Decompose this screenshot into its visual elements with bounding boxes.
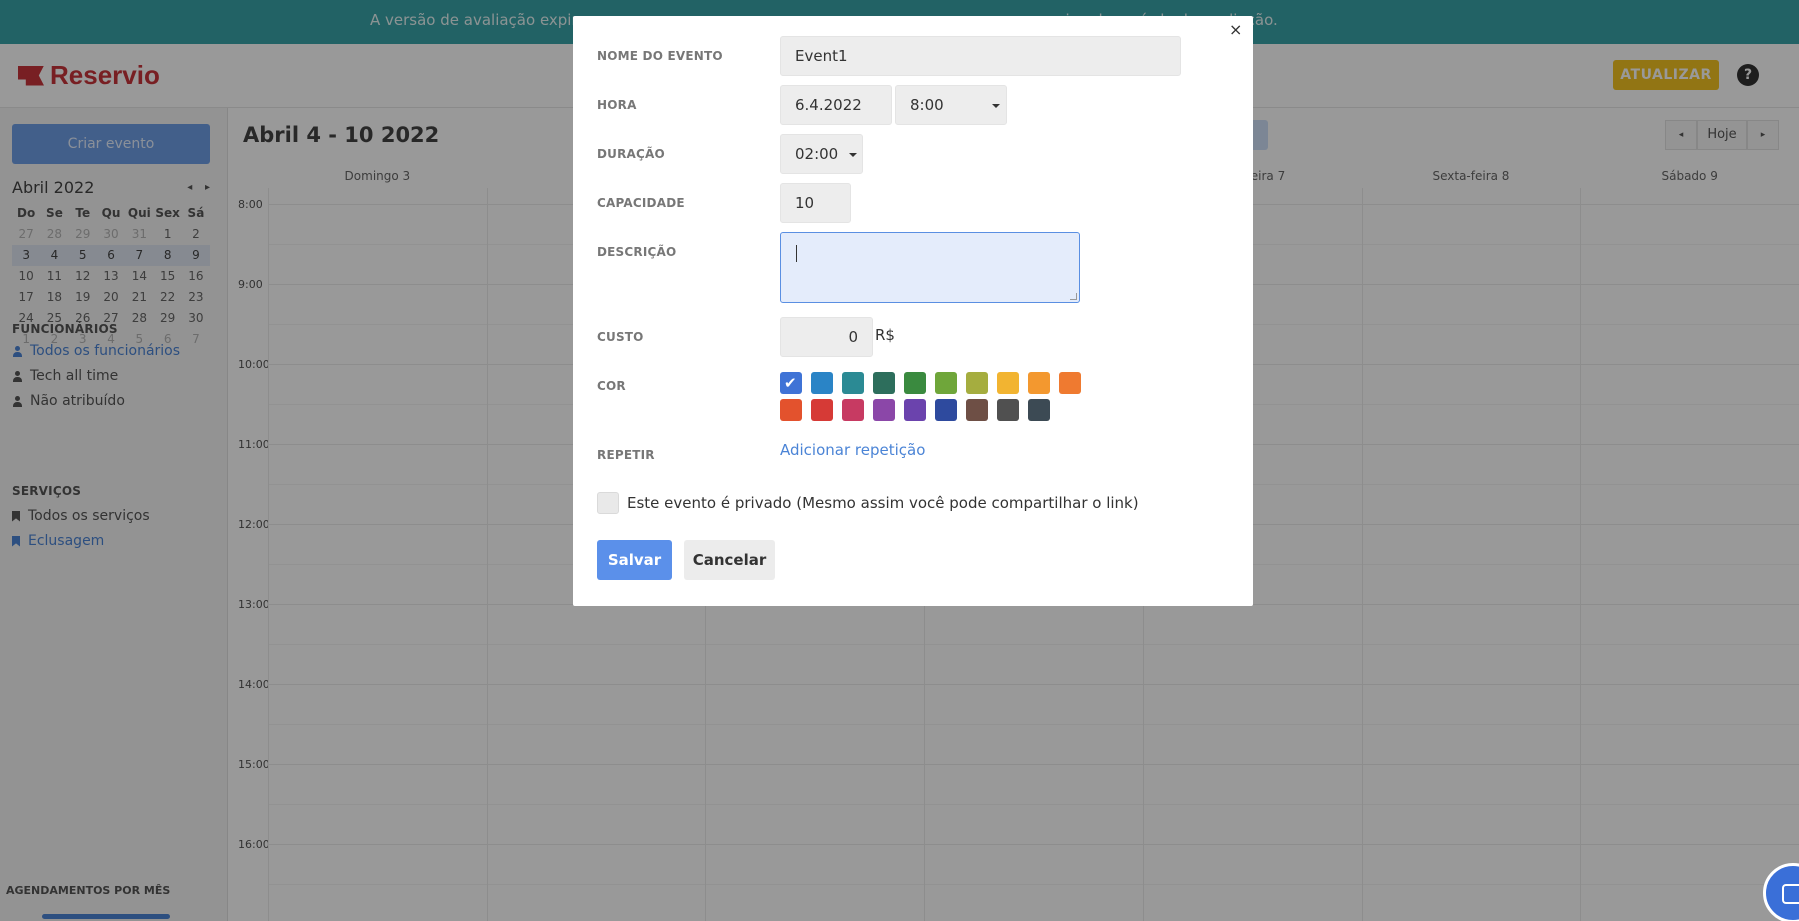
start-time-select[interactable]: 8:00 — [895, 85, 1007, 125]
add-repeat-link[interactable]: Adicionar repetição — [780, 441, 925, 459]
text-cursor — [796, 245, 797, 262]
duration-select[interactable]: 02:00 — [780, 134, 863, 174]
color-swatch[interactable] — [997, 399, 1019, 421]
duration-value: 02:00 — [795, 145, 839, 163]
capacity-input[interactable]: 10 — [780, 183, 851, 223]
cost-value: 0 — [848, 328, 858, 346]
close-icon[interactable]: × — [1229, 20, 1242, 39]
time-label: HORA — [597, 98, 637, 112]
color-swatch[interactable] — [935, 372, 957, 394]
capacity-value: 10 — [795, 194, 815, 212]
color-swatch[interactable] — [935, 399, 957, 421]
description-label: DESCRIÇÃO — [597, 245, 677, 259]
date-value: 6.4.2022 — [795, 96, 862, 114]
color-swatch[interactable] — [811, 399, 833, 421]
color-swatch[interactable] — [1028, 372, 1050, 394]
color-swatch[interactable] — [811, 372, 833, 394]
event-name-label: NOME DO EVENTO — [597, 49, 723, 63]
private-event-label[interactable]: Este evento é privado (Mesmo assim você … — [627, 494, 1139, 512]
resize-handle-icon[interactable] — [1070, 293, 1077, 300]
chevron-down-icon — [849, 153, 857, 157]
color-swatch[interactable] — [904, 399, 926, 421]
create-event-modal: × NOME DO EVENTO Event1 HORA 6.4.2022 8:… — [573, 16, 1253, 606]
event-name-input[interactable]: Event1 — [780, 36, 1181, 76]
color-swatch[interactable] — [997, 372, 1019, 394]
color-swatch[interactable] — [966, 372, 988, 394]
cost-label: CUSTO — [597, 330, 644, 344]
color-swatch[interactable] — [1028, 399, 1050, 421]
color-swatch-selected[interactable] — [780, 372, 802, 394]
start-time-value: 8:00 — [910, 96, 944, 114]
event-name-value: Event1 — [795, 47, 848, 65]
color-swatch[interactable] — [842, 372, 864, 394]
color-swatch[interactable] — [904, 372, 926, 394]
repeat-label: REPETIR — [597, 448, 655, 462]
color-swatch[interactable] — [842, 399, 864, 421]
save-button[interactable]: Salvar — [597, 540, 672, 580]
capacity-label: CAPACIDADE — [597, 196, 685, 210]
color-label: COR — [597, 379, 626, 393]
color-swatch[interactable] — [873, 372, 895, 394]
cancel-button[interactable]: Cancelar — [684, 540, 775, 580]
private-event-checkbox[interactable] — [597, 492, 619, 514]
date-input[interactable]: 6.4.2022 — [780, 85, 892, 125]
chevron-down-icon — [992, 104, 1000, 108]
duration-label: DURAÇÃO — [597, 147, 665, 161]
color-swatch[interactable] — [780, 399, 802, 421]
color-swatch[interactable] — [1059, 372, 1081, 394]
currency-label: R$ — [875, 326, 895, 344]
cost-input[interactable]: 0 — [780, 317, 873, 357]
description-textarea[interactable] — [780, 232, 1080, 303]
color-swatch[interactable] — [966, 399, 988, 421]
color-swatch[interactable] — [873, 399, 895, 421]
